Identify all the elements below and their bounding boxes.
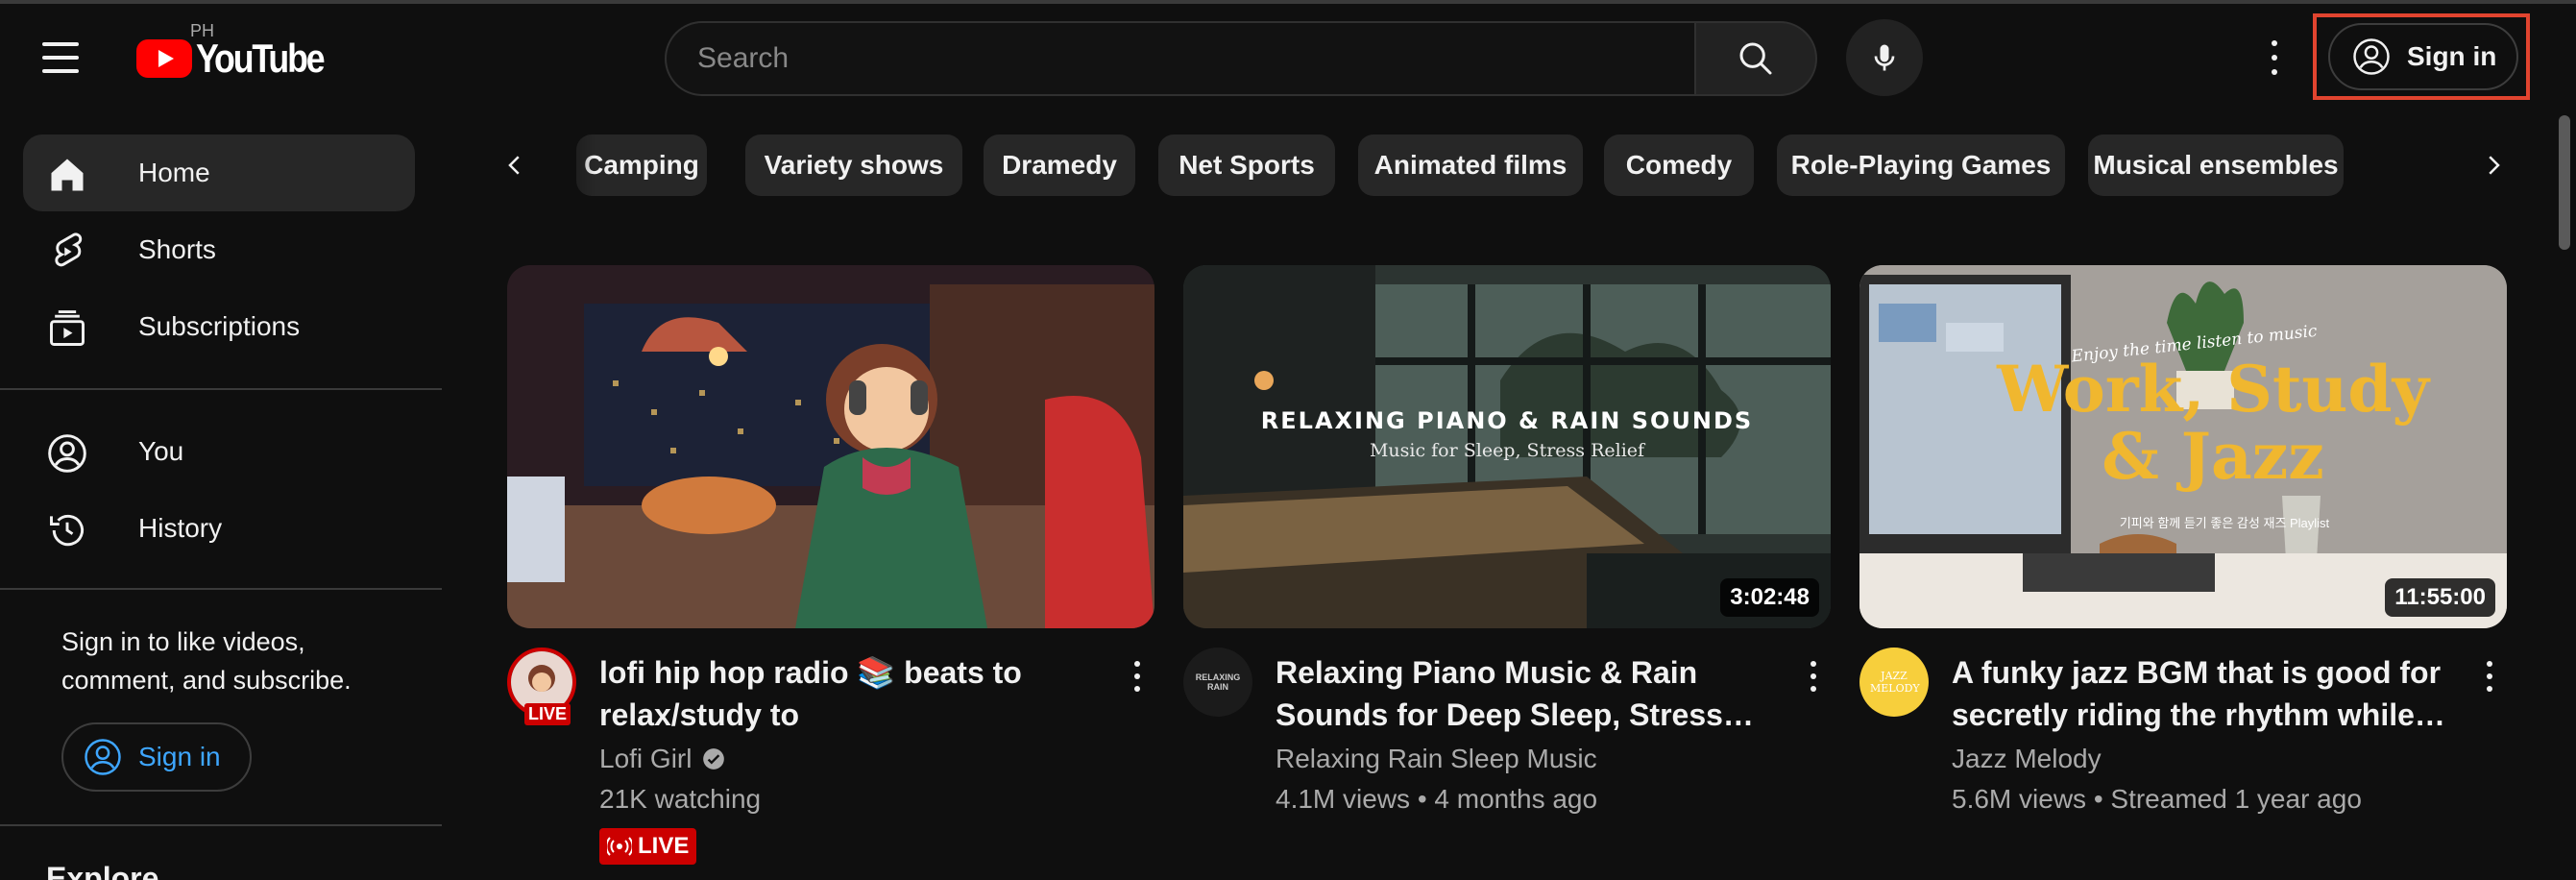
video-thumbnail[interactable]: Enjoy the time listen to music Work, Stu… [1859,265,2507,628]
live-broadcast-icon [607,837,632,856]
sidebar-sign-in-button[interactable]: Sign in [61,722,252,792]
video-card: LIVE lofi hip hop radio 📚 beats to relax… [507,265,1154,880]
video-title[interactable]: lofi hip hop radio 📚 beats to relax/stud… [599,651,1099,736]
sidebar-item-label: Shorts [138,234,216,264]
sidebar-item-label: Home [138,158,210,187]
video-duration: 3:02:48 [1720,578,1819,617]
guide-menu-button[interactable] [42,35,96,81]
sidebar: Home Shorts Subscriptions You History Si… [0,115,442,880]
sidebar-item-label: Subscriptions [138,311,301,341]
chips-fade-right [2344,134,2401,196]
settings-more-button[interactable] [2263,37,2286,79]
region-code: PH [190,21,215,40]
search-input[interactable] [665,21,1694,96]
sidebar-divider [0,824,442,826]
top-header: YouTube PH Sign in [0,0,2576,115]
sign-in-prompt-text: Sign in to like videos, comment, and sub… [61,627,352,695]
chip-dramedy[interactable]: Dramedy [984,134,1135,196]
more-vert-icon [2272,40,2277,46]
avatar-text: RELAXING RAIN [1195,672,1241,692]
you-icon [46,432,88,475]
video-actions-menu-button[interactable] [1802,659,1825,694]
explore-heading: Explore [46,861,159,880]
chip-variety-shows[interactable]: Variety shows [745,134,962,196]
chevron-left-icon [508,156,520,175]
sidebar-divider [0,588,442,590]
hamburger-icon [42,42,79,46]
sidebar-item-subscriptions[interactable]: Subscriptions [23,288,415,365]
chip-animated-films[interactable]: Animated films [1358,134,1583,196]
sidebar-item-label: You [138,436,184,466]
channel-avatar[interactable]: JAZZ MELODY [1859,648,1929,717]
lofi-girl-thumbnail-illustration [507,265,1154,628]
shorts-icon [46,231,88,273]
sign-in-label: Sign in [138,742,221,771]
thumbnail-subheading: Music for Sleep, Stress Relief [1369,440,1645,461]
thumbnail-korean-caption: 기피와 함께 듣기 좋은 감성 재즈 Playlist [2119,516,2330,530]
video-card: Enjoy the time listen to music Work, Stu… [1859,265,2507,880]
video-meta: 4.1M views • 4 months ago [1276,784,1598,814]
account-circle-icon [2353,38,2390,75]
logo-text: YouTube [196,36,326,81]
sidebar-item-shorts[interactable]: Shorts [23,211,415,288]
more-vert-icon [2487,661,2492,667]
chip-camping[interactable]: Camping [576,134,707,196]
video-meta: 5.6M views • Streamed 1 year ago [1952,784,2362,814]
sign-in-label: Sign in [2407,41,2497,71]
video-thumbnail[interactable]: RELAXING PIANO & RAIN SOUNDS Music for S… [1183,265,1831,628]
thumbnail-heading: RELAXING PIANO & RAIN SOUNDS [1260,407,1754,434]
category-chip-bar: Camping Variety shows Dramedy Net Sports… [480,134,2516,196]
header-sign-in-button[interactable]: Sign in [2328,23,2518,90]
history-icon [46,509,88,551]
page-scrollbar-thumb[interactable] [2559,115,2570,250]
video-duration: 11:55:00 [2385,578,2495,617]
search-box [665,21,1817,96]
video-title[interactable]: Relaxing Piano Music & Rain Sounds for D… [1276,651,1775,736]
channel-avatar[interactable]: LIVE [507,648,576,725]
chip-role-playing-games[interactable]: Role-Playing Games [1777,134,2065,196]
avatar-live-badge: LIVE [524,703,571,725]
thumbnail-title-line2: & Jazz [2102,419,2324,494]
video-card: RELAXING PIANO & RAIN SOUNDS Music for S… [1183,265,1831,880]
channel-name[interactable]: Jazz Melody [1952,744,2102,774]
sidebar-item-home[interactable]: Home [23,134,415,211]
search-button[interactable] [1694,21,1817,96]
more-vert-icon [1810,661,1816,667]
chip-musical-ensembles[interactable]: Musical ensembles [2088,134,2344,196]
avatar-text: JAZZ MELODY [1870,670,1920,695]
channel-name[interactable]: Lofi Girl [599,744,726,774]
account-circle-icon [85,739,121,775]
video-actions-menu-button[interactable] [2478,659,2501,694]
video-title[interactable]: A funky jazz BGM that is good for secret… [1952,651,2451,736]
more-vert-icon [1134,661,1140,667]
chevron-right-icon [2489,156,2500,175]
chip-comedy[interactable]: Comedy [1604,134,1754,196]
window-top-border [0,0,2576,4]
channel-name[interactable]: Relaxing Rain Sleep Music [1276,744,1597,774]
sidebar-item-label: History [138,513,223,543]
chip-net-sports[interactable]: Net Sports [1158,134,1335,196]
youtube-logo[interactable]: YouTube [136,35,346,83]
subscriptions-icon [46,307,88,350]
live-badge: LIVE [599,828,697,865]
youtube-play-icon [136,39,192,78]
home-icon [46,154,88,196]
video-thumbnail[interactable] [507,265,1154,628]
verified-badge-icon [703,748,725,770]
search-icon [1739,42,1772,75]
sidebar-item-history[interactable]: History [23,490,415,567]
sidebar-item-you[interactable]: You [23,413,415,490]
video-meta: 21K watching [599,784,762,814]
video-actions-menu-button[interactable] [1126,659,1149,694]
voice-search-button[interactable] [1846,19,1923,96]
sidebar-divider [0,388,442,390]
thumbnail-title-line1: Work, Study [1997,352,2429,427]
chips-scroll-right-button[interactable] [2470,142,2516,188]
microphone-icon [1874,44,1895,71]
chips-scroll-left-button[interactable] [492,142,538,188]
channel-avatar[interactable]: RELAXING RAIN [1183,648,1252,717]
